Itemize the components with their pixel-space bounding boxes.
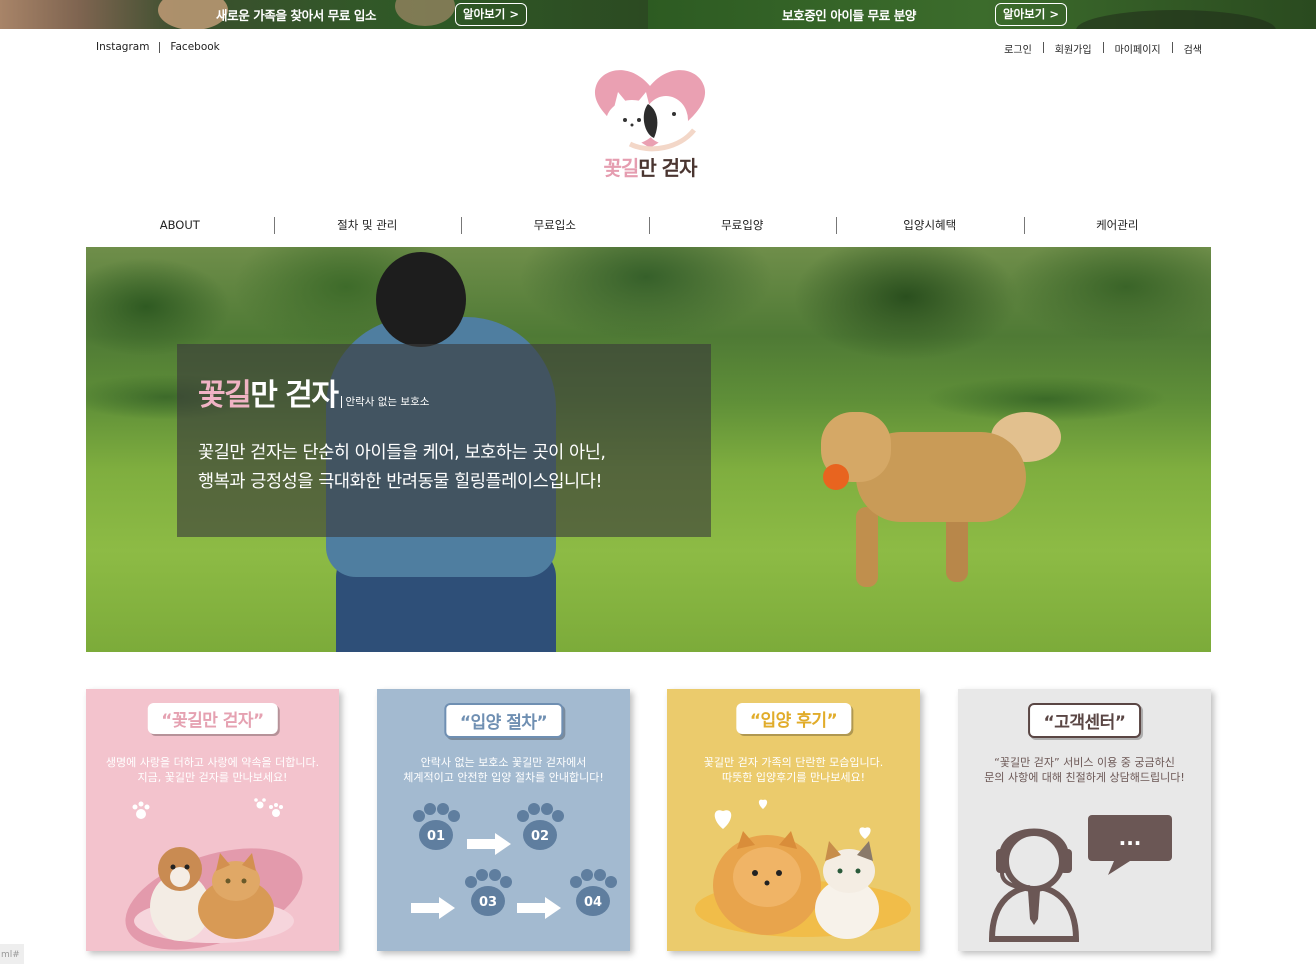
logo-text-pink: 꽃길 [603, 156, 640, 180]
hero-description: 꽃길만 걷자는 단순히 아이들을 케어, 보호하는 곳이 아닌, 행복과 긍정성… [198, 439, 606, 497]
pomeranian-cat-illustration [695, 799, 911, 939]
instagram-link[interactable]: Instagram [96, 41, 149, 53]
card-desc-line2: 문의 사항에 대해 친절하게 상담해드립니다! [984, 771, 1185, 784]
step-label: 03 [479, 895, 497, 910]
side-tab[interactable]: ml# [0, 944, 24, 964]
nav-procedure[interactable]: 절차 및 관리 [273, 214, 462, 236]
card-customer-center[interactable]: “고객센터” “꽃길만 걷자” 서비스 이용 중 궁금하신 문의 사항에 대해 … [958, 689, 1211, 951]
hero-desc-line1: 꽃길만 걷자는 단순히 아이들을 케어, 보호하는 곳이 아닌, [198, 443, 606, 463]
card-desc-line1: 꽃길만 걷자 가족의 단란한 모습입니다. [703, 756, 884, 769]
facebook-link[interactable]: Facebook [170, 41, 219, 53]
card-desc-line1: 안락사 없는 보호소 꽃길만 걷자에서 [420, 756, 587, 769]
card-description: 안락사 없는 보호소 꽃길만 걷자에서 체계적이고 안전한 입양 절차를 안내합… [377, 755, 630, 785]
hero-ball [823, 464, 849, 490]
card-title: “입양 후기” [735, 703, 852, 734]
hero-dog-leg [856, 507, 878, 587]
nav-adoption-benefits[interactable]: 입양시혜택 [836, 214, 1024, 236]
step-label: 04 [584, 895, 602, 910]
card-desc-line2: 체계적이고 안전한 입양 절차를 안내합니다! [403, 771, 604, 784]
chat-bubble-icon: ... [1119, 826, 1142, 850]
promo-right-button[interactable]: 알아보기 > [995, 3, 1067, 26]
card-adoption-procedure[interactable]: “입양 절차” 안락사 없는 보호소 꽃길만 걷자에서 체계적이고 안전한 입양… [377, 689, 630, 951]
social-links: Instagram Facebook [96, 41, 220, 53]
main-nav: ABOUT 절차 및 관리 무료입소 무료입양 입양시혜택 케어관리 [86, 214, 1211, 236]
headset-agent-icon: ... [988, 815, 1172, 942]
hero-caption-box: 꽃길만 걷자 안락사 없는 보호소 꽃길만 걷자는 단순히 아이들을 케어, 보… [177, 344, 711, 537]
card-description: “꽃길만 걷자” 서비스 이용 중 궁금하신 문의 사항에 대해 친절하게 상담… [958, 755, 1211, 785]
paw-icon [132, 798, 283, 819]
card-description: 꽃길만 걷자 가족의 단란한 모습입니다. 따뜻한 입양후기를 만나보세요! [667, 755, 920, 785]
login-link[interactable]: 로그인 [1004, 41, 1032, 56]
promo-right-text: 보호중인 아이들 무료 분양 [782, 8, 916, 23]
divider [1102, 42, 1104, 53]
divider [159, 42, 161, 53]
promo-photo-decoration [1076, 10, 1276, 29]
nav-about[interactable]: ABOUT [86, 214, 274, 236]
card-title: “고객센터” [1027, 703, 1142, 738]
promo-banner-right[interactable]: 보호중인 아이들 무료 분양 알아보기 > [648, 0, 1316, 29]
signup-link[interactable]: 회원가입 [1055, 41, 1092, 56]
mypage-link[interactable]: 마이페이지 [1115, 41, 1161, 56]
divider [1042, 42, 1044, 53]
promo-banner-left[interactable]: 새로운 가족을 찾아서 무료 입소 알아보기 > [0, 0, 648, 29]
card-title: “꽃길만 걷자” [147, 703, 278, 734]
card-desc-line2: 따뜻한 입양후기를 만나보세요! [722, 771, 865, 784]
puppy-kitten-illustration [125, 798, 303, 950]
card-desc-line2: 지금, 꽃길만 걷자를 만나보세요! [137, 771, 288, 784]
promo-left-text: 새로운 가족을 찾아서 무료 입소 [216, 8, 377, 23]
hero-title-pink: 꽃길 [198, 378, 252, 413]
hero-subtitle: 안락사 없는 보호소 [341, 396, 429, 408]
search-link[interactable]: 검색 [1184, 41, 1202, 56]
logo-text: 꽃길만 걷자 [590, 152, 710, 181]
card-about[interactable]: “꽃길만 걷자” 생명에 사랑을 더하고 사랑에 약속을 더합니다. 지금, 꽃… [86, 689, 339, 951]
logo-text-dark: 만 걷자 [638, 156, 697, 180]
site-logo[interactable]: 꽃길만 걷자 [590, 64, 710, 180]
hero-person-head [376, 252, 466, 347]
heart-icon [714, 799, 871, 839]
nav-free-admission[interactable]: 무료입소 [461, 214, 649, 236]
step-label: 01 [427, 829, 445, 844]
divider [1171, 42, 1173, 53]
hero-title-white: 만 걷자 [250, 378, 339, 413]
card-title: “입양 절차” [443, 703, 564, 738]
hero-title: 꽃길만 걷자 안락사 없는 보호소 [198, 370, 429, 414]
card-desc-line1: “꽃길만 걷자” 서비스 이용 중 궁금하신 [994, 756, 1175, 769]
card-description: 생명에 사랑을 더하고 사랑에 약속을 더합니다. 지금, 꽃길만 걷자를 만나… [86, 755, 339, 785]
promo-left-button[interactable]: 알아보기 > [455, 3, 527, 26]
hero-banner: 꽃길만 걷자 안락사 없는 보호소 꽃길만 걷자는 단순히 아이들을 케어, 보… [86, 247, 1211, 652]
card-desc-line1: 생명에 사랑을 더하고 사랑에 약속을 더합니다. [105, 756, 320, 769]
card-adoption-reviews[interactable]: “입양 후기” 꽃길만 걷자 가족의 단란한 모습입니다. 따뜻한 입양후기를 … [667, 689, 920, 951]
account-links: 로그인 회원가입 마이페이지 검색 [1004, 41, 1202, 56]
nav-free-adoption[interactable]: 무료입양 [648, 214, 837, 236]
hero-desc-line2: 행복과 긍정성을 극대화한 반려동물 힐링플레이스입니다! [198, 472, 603, 492]
adoption-steps-illustration: 01 02 03 04 [411, 803, 617, 919]
step-label: 02 [531, 829, 549, 844]
heart-pet-logo-icon [594, 70, 706, 152]
promo-photo-decoration [395, 0, 455, 26]
nav-care[interactable]: 케어관리 [1023, 214, 1212, 236]
